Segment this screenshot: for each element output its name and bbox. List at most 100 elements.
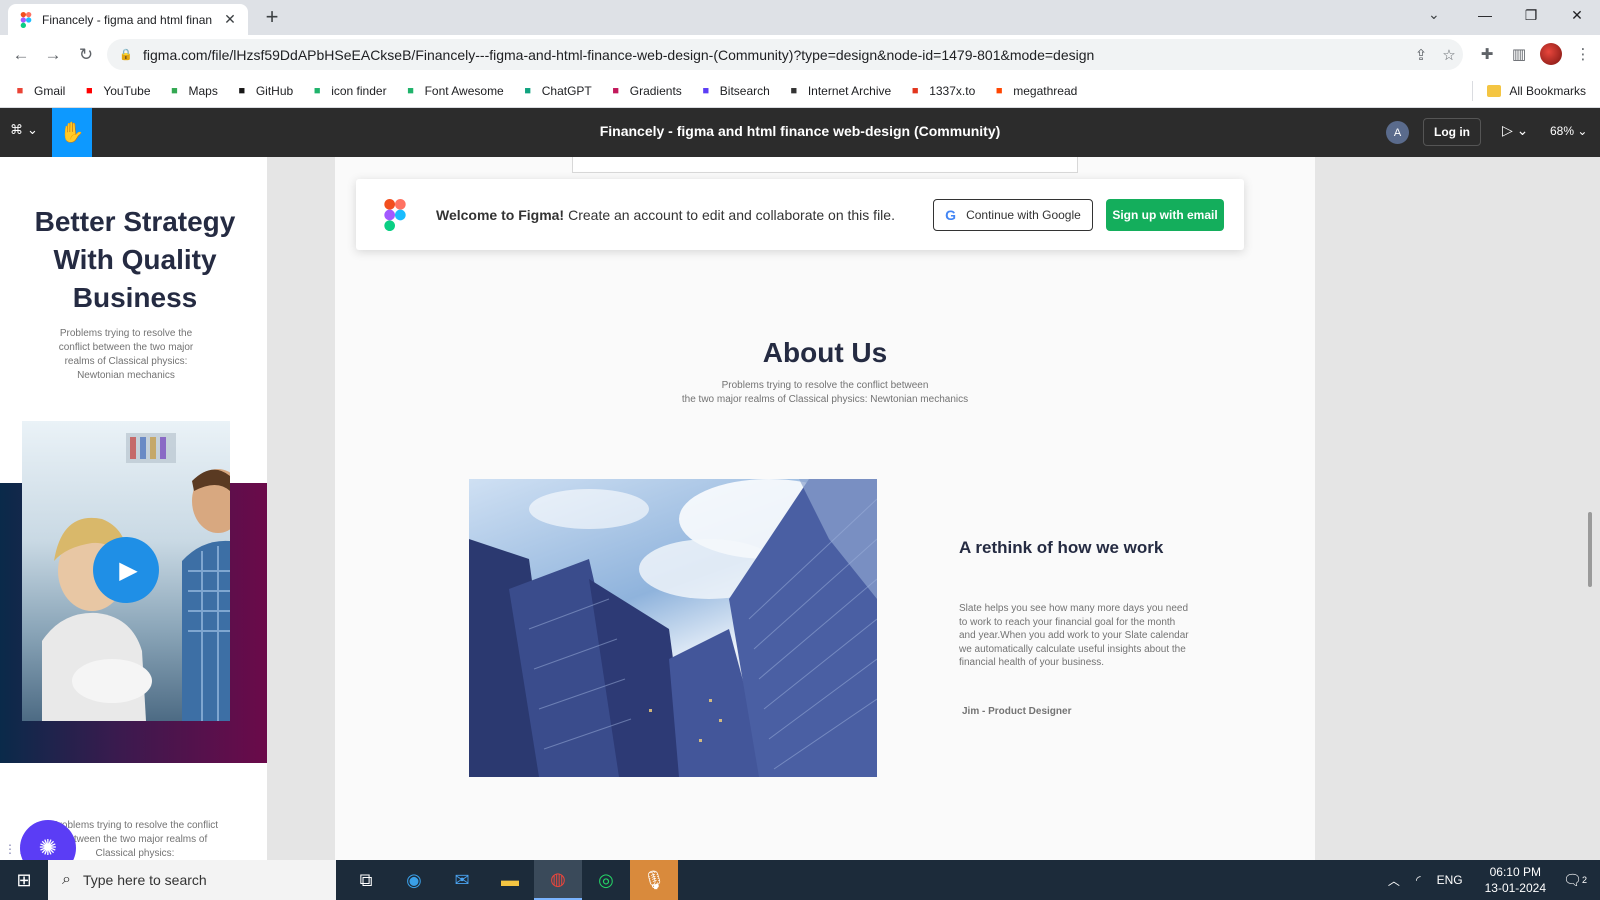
building-photo [469,479,877,777]
bitsearch-icon: ■ [702,84,710,97]
tab-strip: Financely - figma and html finan ✕ + ⌄ —… [0,0,1600,35]
forward-icon[interactable]: → [42,44,64,66]
bookmark-bitsearch[interactable]: ■ Bitsearch [698,83,770,98]
top-card-edge [572,157,1078,173]
reddit-icon: ■ [995,84,1003,97]
all-bookmarks[interactable]: All Bookmarks [1472,80,1586,101]
mail-icon[interactable]: ✉ [438,860,486,900]
clock[interactable]: 06:10 PM 13-01-2024 [1485,864,1546,896]
about-sub-line1: Problems trying to resolve the conflict … [721,380,929,391]
close-window-icon[interactable]: ✕ [1554,0,1600,30]
about-us-subtitle: Problems trying to resolve the conflict … [335,379,1315,407]
url-text[interactable]: figma.com/file/lHzsf59DdAPbHSeEACkseB/Fi… [143,47,1407,63]
clock-date: 13-01-2024 [1484,881,1546,895]
left-design-frame: Better Strategy With Quality Business Pr… [0,157,267,860]
bookmark-label: 1337x.to [929,83,976,98]
sign-up-email-button[interactable]: Sign up with email [1106,199,1224,231]
figma-main-menu[interactable]: ⌘ ⌄ [10,122,38,138]
building-illustration [469,479,877,777]
video-play-button[interactable]: ▶ [93,537,159,603]
tray-chevron-icon[interactable]: ︿ [1388,872,1400,889]
bookmark-label: icon finder [331,83,387,98]
whatsapp-icon[interactable]: ◎ [582,860,630,900]
chevron-down-icon: ⌄ [27,122,38,137]
user-avatar[interactable]: A [1386,121,1409,144]
taskbar-search[interactable]: ⌕ Type here to search [48,860,336,900]
zoom-level[interactable]: 68% ⌄ [1550,124,1587,138]
side-panel-icon[interactable]: ▥ [1508,43,1530,65]
back-icon[interactable]: ← [10,44,32,66]
chrome-menu-icon[interactable]: ⋮ [1572,43,1594,65]
hand-tool-icon[interactable]: ✋ [52,108,92,157]
left-description: Problems trying to resolve the conflict … [58,328,194,381]
bookmark-label: Bitsearch [719,83,770,98]
tab-search-icon[interactable]: ⌄ [1428,6,1440,23]
bookmark-maps[interactable]: ■ Maps [167,84,218,98]
gradients-icon: ■ [612,84,620,97]
bookmark-icon-finder[interactable]: ■ icon finder [309,83,387,98]
login-button[interactable]: Log in [1423,118,1481,146]
bookmark-chatgpt[interactable]: ■ ChatGPT [520,84,591,98]
vertical-scrollbar[interactable] [1588,512,1592,587]
figma-canvas[interactable]: Better Strategy With Quality Business Pr… [0,157,1600,860]
bookmark-star-icon[interactable]: ☆ [1435,46,1463,64]
bookmark-label: megathread [1013,83,1078,98]
zoom-value: 68% [1550,124,1575,138]
notifications-icon[interactable]: 🗨 2 [1560,865,1590,895]
taskbar-search-placeholder: Type here to search [82,872,207,888]
present-play-icon[interactable]: ▷ ⌄ [1502,122,1528,139]
maps-icon: ■ [171,84,178,97]
left-heading: Better Strategy With Quality Business [34,206,236,313]
share-icon[interactable]: ⇪ [1407,46,1435,64]
bookmark-label: Gradients [629,83,682,98]
task-view-icon[interactable]: ⧉ [342,860,390,900]
bookmark-youtube[interactable]: ■ YouTube [81,84,150,98]
bookmark-label: YouTube [103,83,151,98]
bookmark-label: Maps [188,83,218,98]
figma-toolbar: ⌘ ⌄ ✋ Financely - figma and html finance … [0,108,1600,157]
windows-start-icon[interactable]: ⊞ [0,860,48,900]
address-bar[interactable]: 🔒 figma.com/file/lHzsf59DdAPbHSeEACkseB/… [107,39,1463,70]
profile-avatar[interactable] [1540,43,1562,65]
rethink-body: Slate helps you see how many more days y… [959,603,1189,669]
continue-with-google-button[interactable]: G Continue with Google [933,199,1093,231]
file-explorer-icon[interactable]: ▬ [486,860,534,900]
chrome-icon[interactable]: ◍ [534,860,582,900]
bookmark-github[interactable]: ■ GitHub [234,83,294,98]
language-indicator[interactable]: ENG [1437,873,1463,887]
welcome-message: Create an account to edit and collaborat… [568,206,895,223]
extensions-icon[interactable]: ✚ [1476,43,1498,65]
tab-close-icon[interactable]: ✕ [222,11,238,28]
bookmark-label: GitHub [255,83,294,98]
restore-icon[interactable]: ❐ [1508,0,1554,30]
iconfinder-icon: ■ [313,84,321,97]
bookmark-megathread[interactable]: ■ megathread [991,84,1077,98]
welcome-banner: Welcome to Figma! Create an account to e… [356,179,1244,250]
wifi-icon[interactable]: ◜ [1416,873,1421,887]
bookmark-gradients[interactable]: ■ Gradients [608,83,682,98]
all-bookmarks-label: All Bookmarks [1509,83,1586,98]
windows-taskbar: ⊞ ⌕ Type here to search ⧉ ◉ ✉ ▬ ◍ ◎ 🎙 ︿ … [0,860,1600,900]
bookmark-1337x-to[interactable]: ■ 1337x.to [907,84,975,98]
lock-icon[interactable]: 🔒 [119,48,133,61]
bookmark-font-awesome[interactable]: ■ Font Awesome [403,84,503,98]
toolbar-right: ✚ ▥ ⋮ [1476,43,1594,65]
voice-recorder-icon[interactable]: 🎙 [630,860,678,900]
edge-icon[interactable]: ◉ [390,860,438,900]
minimize-icon[interactable]: — [1462,0,1508,30]
file-title: Financely - figma and html finance web-d… [599,123,1001,139]
fontawesome-icon: ■ [407,84,414,97]
clock-time: 06:10 PM [1489,865,1541,879]
browser-tab[interactable]: Financely - figma and html finan ✕ [8,4,248,35]
author-credit: Jim - Product Designer [962,706,1072,717]
youtube-icon: ■ [86,84,93,97]
bookmark-label: Gmail [34,83,66,98]
figma-favicon-icon [20,11,32,28]
rethink-heading: A rethink of how we work [959,538,1164,557]
bookmark-gmail[interactable]: ■ Gmail [12,83,66,98]
x-icon: ■ [911,84,919,97]
bookmark-internet-archive[interactable]: ■ Internet Archive [786,84,891,98]
reload-icon[interactable]: ↻ [75,44,97,66]
new-tab-button[interactable]: + [260,6,284,28]
left-bottom-text: Problems trying to resolve the conflict … [51,820,219,859]
